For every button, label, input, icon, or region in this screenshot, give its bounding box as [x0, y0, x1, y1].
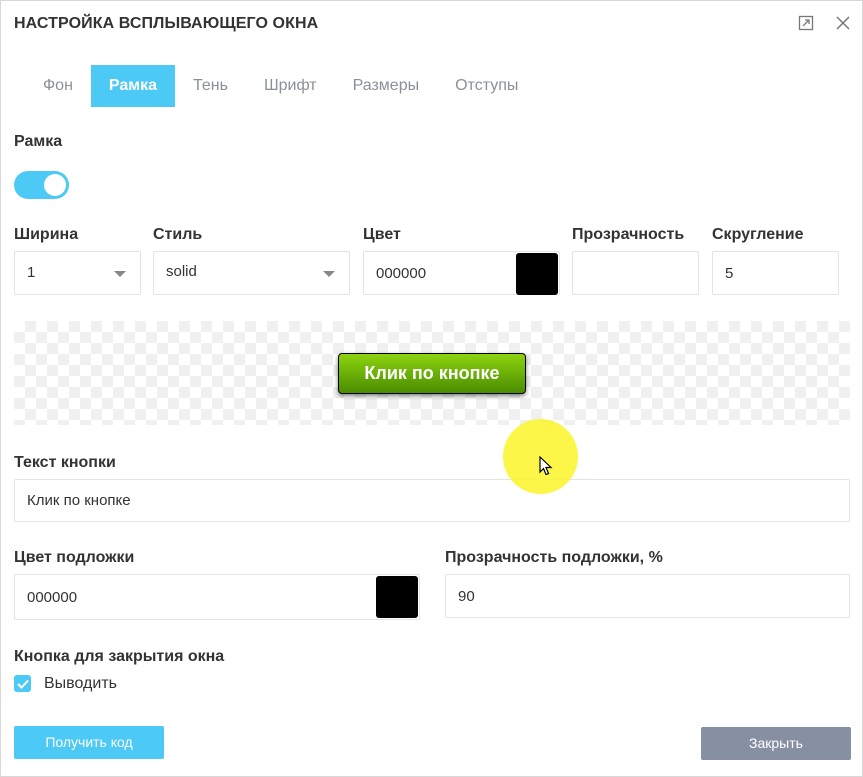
close-button-label: Кнопка для закрытия окна — [14, 648, 225, 665]
overlay-color-input[interactable] — [15, 575, 419, 619]
tab-font[interactable]: Шрифт — [246, 65, 335, 107]
border-color-swatch[interactable] — [516, 253, 558, 295]
overlay-opacity-field — [445, 574, 850, 618]
close-button[interactable]: Закрыть — [701, 727, 851, 760]
overlay-color-field — [14, 574, 420, 620]
maximize-button[interactable] — [796, 13, 816, 33]
preview-button[interactable]: Клик по кнопке — [338, 353, 526, 394]
tab-border[interactable]: Рамка — [90, 65, 176, 107]
width-select-value: 1 — [27, 264, 36, 281]
color-label: Цвет — [363, 226, 401, 243]
show-close-checkbox[interactable] — [14, 675, 31, 692]
width-select[interactable]: 1 — [14, 251, 141, 295]
tab-paddings[interactable]: Отступы — [437, 65, 536, 107]
radius-label: Скругление — [712, 226, 804, 243]
button-text-label: Текст кнопки — [14, 454, 116, 471]
show-close-checkbox-label: Выводить — [44, 675, 117, 692]
style-label: Стиль — [153, 226, 203, 243]
dialog-title: НАСТРОЙКА ВСПЛЫВАЮЩЕГО ОКНА — [14, 15, 319, 32]
maximize-icon — [798, 15, 814, 31]
close-window-button[interactable] — [833, 13, 853, 33]
checkmark-icon — [16, 679, 29, 689]
width-label: Ширина — [14, 226, 79, 243]
border-toggle[interactable] — [14, 171, 69, 199]
tab-background[interactable]: Фон — [25, 65, 91, 107]
overlay-color-label: Цвет подложки — [14, 549, 135, 566]
border-radius-field — [712, 251, 839, 295]
overlay-color-swatch[interactable] — [376, 576, 418, 618]
border-radius-input[interactable] — [713, 252, 838, 294]
tab-shadow[interactable]: Тень — [175, 65, 246, 107]
popup-settings-dialog: НАСТРОЙКА ВСПЛЫВАЮЩЕГО ОКНА Фон Рамка Те… — [0, 0, 863, 777]
close-icon — [836, 16, 850, 30]
opacity-label: Прозрачность — [572, 226, 685, 243]
button-preview-area: Клик по кнопке — [14, 321, 850, 425]
tab-sizes[interactable]: Размеры — [335, 65, 438, 107]
overlay-opacity-input[interactable] — [446, 575, 849, 617]
toggle-knob — [44, 174, 66, 196]
chevron-down-icon — [114, 271, 126, 277]
button-text-field — [14, 479, 850, 522]
settings-tabs: Фон Рамка Тень Шрифт Размеры Отступы — [25, 65, 536, 107]
overlay-opacity-label: Прозрачность подложки, % — [445, 549, 663, 566]
style-select[interactable]: solid — [153, 251, 350, 295]
mouse-pointer-icon — [539, 456, 553, 476]
button-text-input[interactable] — [15, 480, 849, 521]
border-opacity-input[interactable] — [573, 252, 698, 294]
chevron-down-icon — [323, 271, 335, 277]
get-code-button[interactable]: Получить код — [14, 726, 164, 759]
border-section-label: Рамка — [14, 133, 63, 150]
border-opacity-field — [572, 251, 699, 295]
style-select-value: solid — [166, 263, 197, 280]
